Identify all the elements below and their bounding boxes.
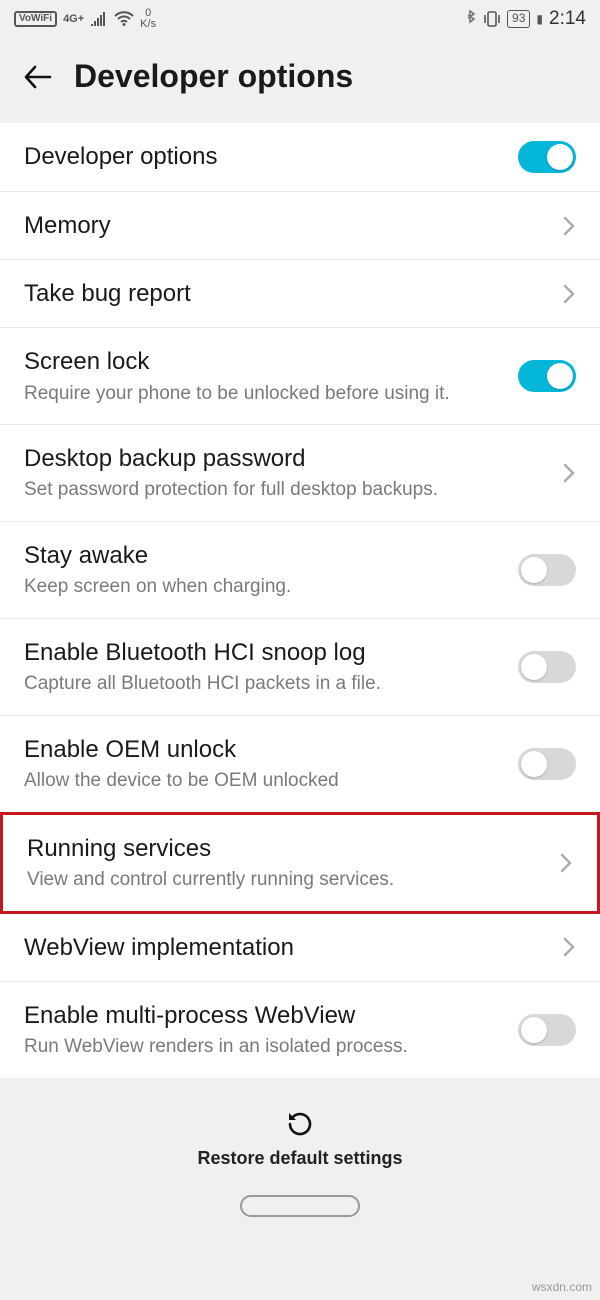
row-subtitle: Require your phone to be unlocked before… <box>24 382 506 407</box>
row-developer-options[interactable]: Developer options <box>0 123 600 192</box>
row-title: Enable Bluetooth HCI snoop log <box>24 637 506 668</box>
chevron-right-icon <box>562 936 576 958</box>
app-bar: Developer options <box>0 34 600 123</box>
toggle-multiprocess-webview[interactable] <box>518 1014 576 1046</box>
chevron-right-icon <box>562 215 576 237</box>
row-subtitle: Capture all Bluetooth HCI packets in a f… <box>24 672 506 697</box>
wifi-icon <box>114 11 134 27</box>
row-subtitle: View and control currently running servi… <box>27 868 547 893</box>
row-title: Developer options <box>24 141 506 172</box>
chevron-right-icon <box>562 462 576 484</box>
row-title: Screen lock <box>24 346 506 377</box>
row-multiprocess-webview[interactable]: Enable multi-process WebView Run WebView… <box>0 982 600 1078</box>
gesture-nav-pill[interactable] <box>240 1195 360 1217</box>
row-bt-hci-snoop[interactable]: Enable Bluetooth HCI snoop log Capture a… <box>0 619 600 716</box>
footer-bar: Restore default settings <box>0 1078 600 1237</box>
network-indicator: 4G+ <box>63 13 84 25</box>
row-stay-awake[interactable]: Stay awake Keep screen on when charging. <box>0 522 600 619</box>
watermark: wsxdn.com <box>532 1280 592 1294</box>
row-desktop-backup-password[interactable]: Desktop backup password Set password pro… <box>0 425 600 522</box>
page-title: Developer options <box>74 58 353 95</box>
toggle-developer-options[interactable] <box>518 141 576 173</box>
toggle-bt-hci-snoop[interactable] <box>518 651 576 683</box>
settings-list: Developer options Memory Take bug report… <box>0 123 600 1078</box>
row-subtitle: Set password protection for full desktop… <box>24 478 550 503</box>
vibrate-icon <box>483 10 501 28</box>
row-title: Running services <box>27 833 547 864</box>
status-left: VoWiFi 4G+ 0 K/s <box>14 8 156 30</box>
row-oem-unlock[interactable]: Enable OEM unlock Allow the device to be… <box>0 716 600 813</box>
row-screen-lock[interactable]: Screen lock Require your phone to be unl… <box>0 328 600 425</box>
row-subtitle: Keep screen on when charging. <box>24 575 506 600</box>
chevron-right-icon <box>559 852 573 874</box>
row-title: Memory <box>24 210 550 241</box>
row-subtitle: Allow the device to be OEM unlocked <box>24 769 506 794</box>
arrow-left-icon <box>20 60 54 94</box>
back-button[interactable] <box>20 60 54 94</box>
row-webview-implementation[interactable]: WebView implementation <box>0 914 600 982</box>
row-bug-report[interactable]: Take bug report <box>0 260 600 328</box>
toggle-screen-lock[interactable] <box>518 360 576 392</box>
row-title: Take bug report <box>24 278 550 309</box>
row-title: Enable multi-process WebView <box>24 1000 506 1031</box>
vowifi-badge: VoWiFi <box>14 11 57 27</box>
row-memory[interactable]: Memory <box>0 192 600 260</box>
row-subtitle: Run WebView renders in an isolated proce… <box>24 1035 506 1060</box>
toggle-stay-awake[interactable] <box>518 554 576 586</box>
restore-icon <box>284 1108 316 1140</box>
row-title: Stay awake <box>24 540 506 571</box>
signal-icon <box>90 12 108 26</box>
row-title: WebView implementation <box>24 932 550 963</box>
clock: 2:14 <box>549 8 586 30</box>
toggle-oem-unlock[interactable] <box>518 748 576 780</box>
status-right: 93 ▮ 2:14 <box>465 8 586 30</box>
row-running-services[interactable]: Running services View and control curren… <box>0 812 600 914</box>
battery-indicator: 93 <box>507 10 530 28</box>
status-bar: VoWiFi 4G+ 0 K/s 93 ▮ 2:14 <box>0 0 600 34</box>
row-title: Enable OEM unlock <box>24 734 506 765</box>
network-speed: 0 K/s <box>140 8 156 30</box>
restore-label: Restore default settings <box>197 1148 402 1169</box>
battery-tip-icon: ▮ <box>536 12 543 26</box>
restore-defaults-button[interactable]: Restore default settings <box>197 1108 402 1169</box>
row-title: Desktop backup password <box>24 443 550 474</box>
chevron-right-icon <box>562 283 576 305</box>
bluetooth-icon <box>465 10 477 28</box>
